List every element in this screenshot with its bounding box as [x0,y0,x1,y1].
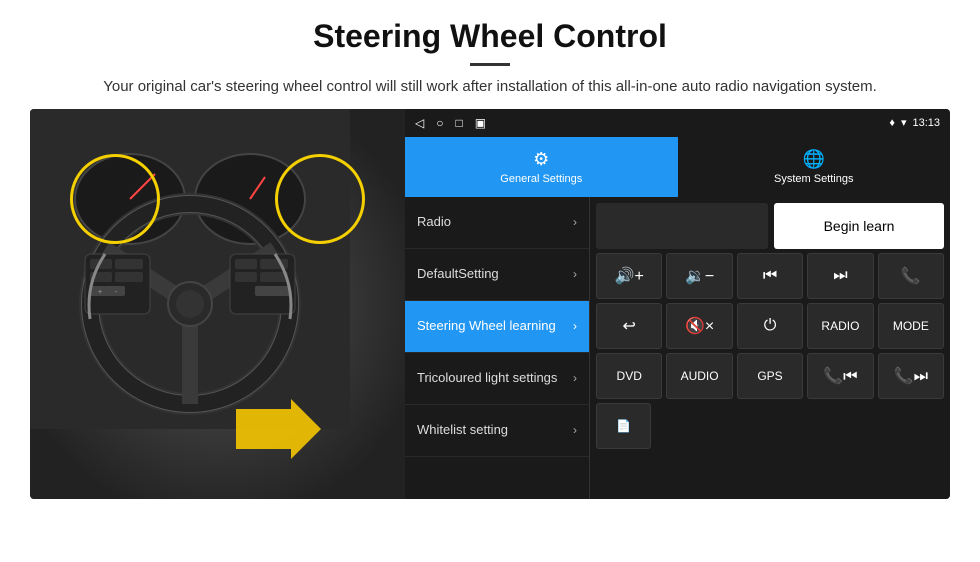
system-settings-icon: 🌐 [803,149,825,170]
highlight-circle-left [70,154,160,244]
begin-learn-empty [596,203,768,249]
control-row-2: ↩ 🔇× ⏻ RADIO MODE [596,303,944,349]
phone-prev-icon: 📞⏮ [823,366,857,386]
control-row-3: DVD AUDIO GPS 📞⏮ 📞⏭ [596,353,944,399]
phone-next-button[interactable]: 📞⏭ [878,353,944,399]
next-track-icon: ⏭ [833,267,847,285]
menu-item-steering-label: Steering Wheel learning [417,318,573,335]
page-title: Steering Wheel Control [40,18,940,55]
menu-list: Radio › DefaultSetting › Steering Wheel … [405,197,590,499]
gps-label: GPS [757,369,782,383]
dvd-button[interactable]: DVD [596,353,662,399]
prev-track-button[interactable]: ⏮ [737,253,803,299]
tab-general-label: General Settings [500,173,582,185]
next-track-button[interactable]: ⏭ [807,253,873,299]
svg-text:+: + [98,289,102,296]
page-header: Steering Wheel Control Your original car… [0,0,980,109]
begin-learn-label: Begin learn [824,218,895,234]
menu-item-whitelist[interactable]: Whitelist setting › [405,405,589,457]
power-icon: ⏻ [764,317,777,335]
doc-button[interactable]: 📄 [596,403,651,449]
menu-item-tricoloured[interactable]: Tricoloured light settings › [405,353,589,405]
back-icon[interactable]: ◁ [415,116,424,130]
status-bar-right: ♦ ▾ 13:13 [889,116,940,129]
main-content: Radio › DefaultSetting › Steering Wheel … [405,197,950,499]
status-bar-left: ◁ ○ □ ▣ [415,116,486,130]
menu-item-steering[interactable]: Steering Wheel learning › [405,301,589,353]
mute-icon: 🔇× [685,316,714,336]
title-divider [470,63,510,66]
control-row-1: 🔊+ 🔉− ⏮ ⏭ 📞 [596,253,944,299]
tab-general[interactable]: ⚙ General Settings [405,137,678,197]
phone-next-icon: 📞⏭ [894,366,928,386]
radio-label: RADIO [821,319,859,333]
audio-button[interactable]: AUDIO [666,353,732,399]
menu-item-default-label: DefaultSetting [417,266,573,283]
menu-item-radio-label: Radio [417,214,573,231]
chevron-right-icon: › [573,319,577,333]
arrow-container [236,394,326,469]
mode-label: MODE [893,319,929,333]
phone-prev-button[interactable]: 📞⏮ [807,353,873,399]
page-subtitle: Your original car's steering wheel contr… [40,76,940,99]
phone-answer-icon: 📞 [901,266,921,286]
highlight-circle-right [275,154,365,244]
location-icon: ♦ [889,117,895,129]
dvd-label: DVD [617,369,642,383]
hang-up-button[interactable]: ↩ [596,303,662,349]
chevron-right-icon: › [573,267,577,281]
control-panel: Begin learn 🔊+ 🔉− ⏮ ⏭ [590,197,950,499]
mode-button[interactable]: MODE [878,303,944,349]
tab-bar: ⚙ General Settings 🌐 System Settings [405,137,950,197]
begin-learn-row: Begin learn [596,203,944,249]
control-row-4: 📄 [596,403,944,449]
car-image-panel: + - [30,109,405,499]
menu-item-tricoloured-label: Tricoloured light settings [417,370,573,387]
begin-learn-button[interactable]: Begin learn [774,203,944,249]
phone-answer-button[interactable]: 📞 [878,253,944,299]
mute-button[interactable]: 🔇× [666,303,732,349]
radio-button[interactable]: RADIO [807,303,873,349]
home-icon[interactable]: ○ [436,116,443,130]
menu-item-whitelist-label: Whitelist setting [417,422,573,439]
tab-system-label: System Settings [774,173,853,185]
volume-down-button[interactable]: 🔉− [666,253,732,299]
volume-down-icon: 🔉− [685,266,714,286]
signal-icon: ▾ [901,116,907,129]
status-bar: ◁ ○ □ ▣ ♦ ▾ 13:13 [405,109,950,137]
status-time: 13:13 [912,117,940,129]
prev-track-icon: ⏮ [763,267,777,285]
chevron-right-icon: › [573,423,577,437]
hang-up-icon: ↩ [623,316,636,336]
menu-item-radio[interactable]: Radio › [405,197,589,249]
menu-item-default[interactable]: DefaultSetting › [405,249,589,301]
gps-button[interactable]: GPS [737,353,803,399]
audio-label: AUDIO [681,369,719,383]
general-settings-icon: ⚙ [533,149,549,170]
android-panel: ◁ ○ □ ▣ ♦ ▾ 13:13 ⚙ General Settings 🌐 S… [405,109,950,499]
recents-icon[interactable]: □ [455,116,462,130]
chevron-right-icon: › [573,371,577,385]
volume-up-icon: 🔊+ [615,266,644,286]
doc-icon: 📄 [616,419,631,433]
screenshot-icon[interactable]: ▣ [475,116,486,130]
volume-up-button[interactable]: 🔊+ [596,253,662,299]
content-area: + - [30,109,950,499]
power-button[interactable]: ⏻ [737,303,803,349]
chevron-right-icon: › [573,215,577,229]
tab-system[interactable]: 🌐 System Settings [678,137,951,197]
